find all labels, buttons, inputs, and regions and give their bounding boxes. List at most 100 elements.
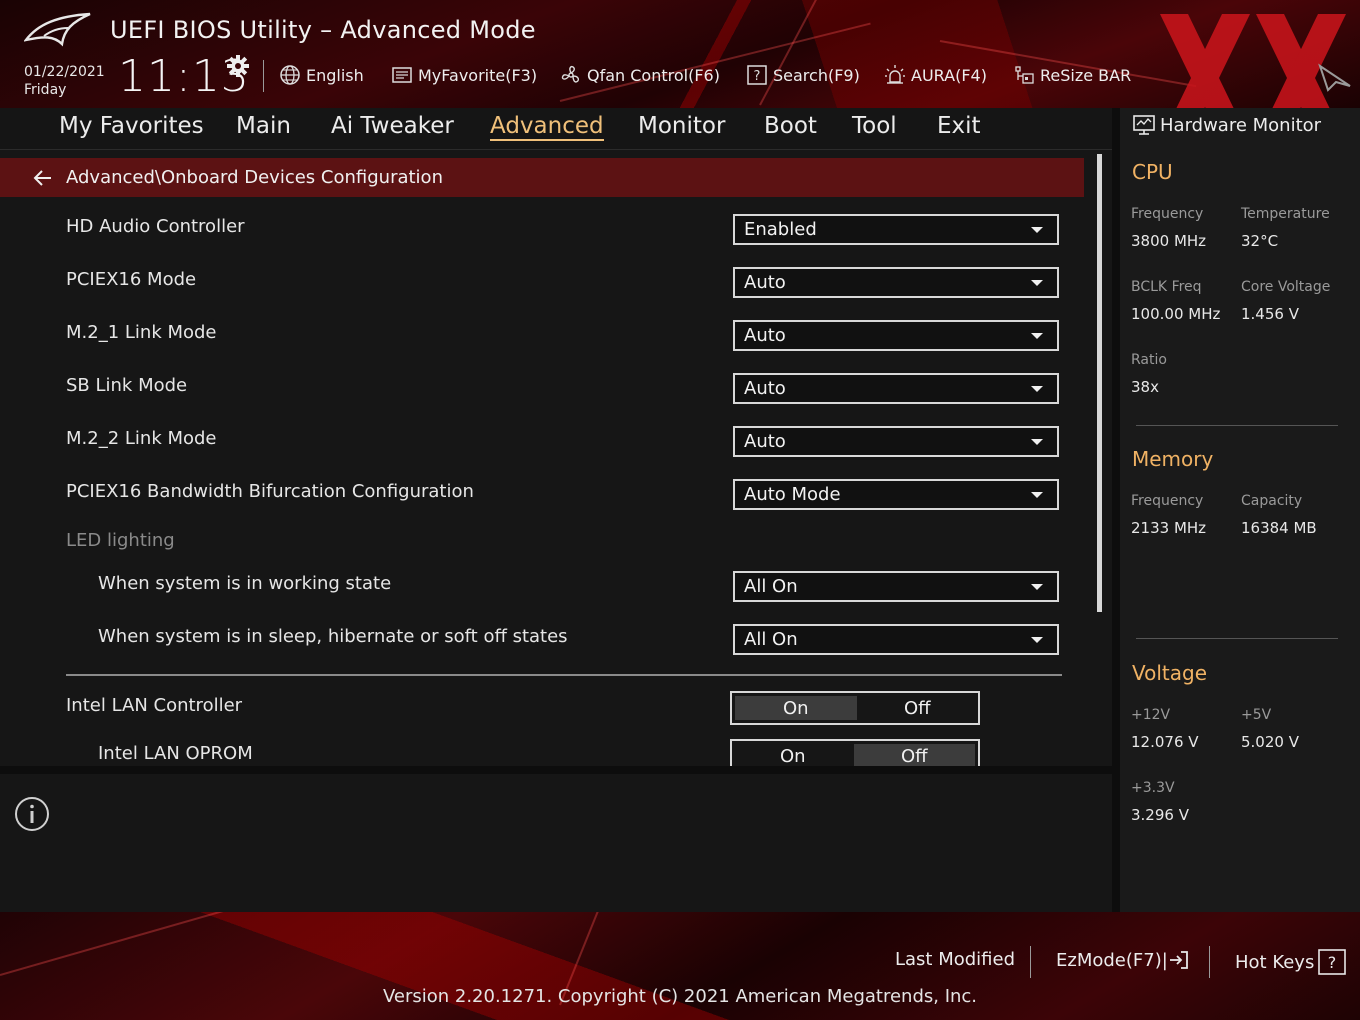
m2-2-link-mode-dropdown[interactable]: Auto: [733, 426, 1059, 457]
v5-value: 5.020 V: [1241, 733, 1299, 751]
last-modified-button[interactable]: Last Modified: [895, 949, 1015, 970]
hardware-monitor-title: Hardware Monitor: [1132, 114, 1321, 136]
cpu-frequency-value: 3800 MHz: [1131, 232, 1207, 250]
pciex16-mode-dropdown[interactable]: Auto: [733, 267, 1059, 298]
date-display: 01/22/2021 Friday: [24, 63, 105, 99]
sb-link-mode-value: Auto: [744, 378, 786, 399]
header-separator: [263, 60, 264, 92]
footer-bar: Last Modified EzMode(F7)| Hot Keys ? Ver…: [0, 912, 1360, 1020]
m2-1-link-mode-label: M.2_1 Link Mode: [66, 322, 217, 343]
settings-panel: Advanced\Onboard Devices Configuration H…: [0, 150, 1112, 766]
sb-link-mode-dropdown[interactable]: Auto: [733, 373, 1059, 404]
tab-boot[interactable]: Boot: [764, 113, 817, 139]
m2-1-link-mode-dropdown[interactable]: Auto: [733, 320, 1059, 351]
led-lighting-heading: LED lighting: [66, 530, 175, 551]
chevron-down-icon: [1031, 227, 1043, 233]
question-box-icon: ?: [1318, 949, 1347, 975]
myfavorite-button[interactable]: MyFavorite(F3): [391, 63, 537, 87]
intel-lan-oprom-off-option[interactable]: Off: [853, 744, 975, 766]
myfavorite-label: MyFavorite(F3): [418, 65, 538, 85]
resize-bar-label: ReSize BAR: [1040, 65, 1132, 85]
chevron-down-icon: [1031, 386, 1043, 392]
rog-logo-icon: [24, 12, 91, 47]
chevron-down-icon: [1031, 584, 1043, 590]
day-text: Friday: [24, 82, 67, 98]
aura-button[interactable]: AURA(F4): [884, 63, 987, 87]
bclk-freq-label: BCLK Freq: [1131, 279, 1202, 295]
led-working-state-label: When system is in working state: [98, 573, 392, 594]
tab-main[interactable]: Main: [236, 113, 291, 139]
tab-my-favorites[interactable]: My Favorites: [59, 113, 204, 139]
memory-frequency-label: Frequency: [1131, 493, 1204, 509]
tab-exit[interactable]: Exit: [937, 113, 981, 139]
hwm-divider: [1136, 425, 1338, 426]
hardware-monitor-panel: Hardware Monitor CPU Frequency Temperatu…: [1120, 108, 1360, 912]
voltage-heading: Voltage: [1132, 661, 1208, 685]
intel-lan-oprom-toggle[interactable]: On Off: [730, 739, 980, 766]
gear-icon[interactable]: [226, 54, 250, 78]
settings-scrollbar[interactable]: [1097, 154, 1102, 612]
decor-streak: [759, 0, 855, 106]
core-voltage-label: Core Voltage: [1241, 279, 1331, 295]
qfan-control-button[interactable]: Qfan Control(F6): [560, 63, 720, 87]
hot-keys-label: Hot Keys: [1235, 951, 1315, 973]
ezmode-button[interactable]: EzMode(F7)|: [1056, 949, 1190, 971]
breadcrumb[interactable]: Advanced\Onboard Devices Configuration: [0, 158, 1084, 197]
ratio-label: Ratio: [1131, 352, 1167, 368]
bclk-freq-value: 100.00 MHz: [1131, 305, 1221, 323]
cpu-heading: CPU: [1132, 160, 1173, 184]
tab-advanced[interactable]: Advanced: [490, 113, 604, 141]
v33-value: 3.296 V: [1131, 806, 1189, 824]
memory-capacity-label: Capacity: [1241, 493, 1303, 509]
bifurcation-dropdown[interactable]: Auto Mode: [733, 479, 1059, 510]
footer-separator: [1209, 946, 1210, 978]
language-label: English: [306, 65, 364, 85]
resize-bar-button[interactable]: ReSize BAR: [1013, 63, 1131, 87]
v5-label: +5V: [1241, 707, 1272, 723]
svg-text:?: ?: [1328, 953, 1337, 972]
intel-lan-on-option[interactable]: On: [735, 696, 857, 720]
resize-bar-icon: [1015, 66, 1034, 84]
globe-icon: [280, 65, 300, 85]
hot-keys-button[interactable]: Hot Keys ?: [1235, 949, 1347, 975]
pciex16-mode-value: Auto: [744, 272, 786, 293]
bifurcation-label: PCIEX16 Bandwidth Bifurcation Configurat…: [66, 481, 474, 502]
led-sleep-state-value: All On: [744, 629, 798, 650]
tab-ai-tweaker[interactable]: Ai Tweaker: [331, 113, 454, 139]
search-button[interactable]: ? Search(F9): [746, 63, 860, 87]
exit-arrow-icon: [1169, 951, 1188, 969]
tab-tool[interactable]: Tool: [852, 113, 897, 139]
m2-1-link-mode-value: Auto: [744, 325, 786, 346]
ezmode-label: EzMode(F7)|: [1056, 949, 1168, 971]
led-working-state-value: All On: [744, 576, 798, 597]
decor-streak: [0, 912, 289, 976]
led-sleep-state-dropdown[interactable]: All On: [733, 624, 1059, 655]
intel-lan-oprom-on-option[interactable]: On: [732, 741, 854, 767]
section-divider: [66, 674, 1062, 676]
v12-value: 12.076 V: [1131, 733, 1199, 751]
hd-audio-value: Enabled: [744, 219, 817, 240]
header-bar: UEFI BIOS Utility – Advanced Mode 01/22/…: [0, 0, 1360, 108]
fan-icon: [561, 65, 580, 83]
intel-lan-oprom-label: Intel LAN OPROM: [98, 743, 253, 764]
chevron-down-icon: [1031, 333, 1043, 339]
core-voltage-value: 1.456 V: [1241, 305, 1299, 323]
monitor-screen-icon: [1133, 115, 1155, 135]
chevron-down-icon: [1031, 637, 1043, 643]
ratio-value: 38x: [1131, 378, 1159, 396]
chevron-down-icon: [1031, 492, 1043, 498]
hd-audio-label: HD Audio Controller: [66, 216, 245, 237]
tab-monitor[interactable]: Monitor: [638, 113, 725, 139]
footer-separator: [1030, 946, 1031, 978]
hardware-monitor-label: Hardware Monitor: [1160, 114, 1322, 136]
chevron-down-icon: [1031, 439, 1043, 445]
intel-lan-label: Intel LAN Controller: [66, 695, 243, 716]
hwm-divider: [1136, 638, 1338, 639]
led-working-state-dropdown[interactable]: All On: [733, 571, 1059, 602]
intel-lan-toggle[interactable]: On Off: [730, 691, 980, 725]
back-arrow-icon[interactable]: [32, 167, 54, 189]
mouse-cursor-icon: [1318, 63, 1351, 92]
language-button[interactable]: English: [279, 63, 364, 87]
intel-lan-off-option[interactable]: Off: [857, 693, 979, 723]
hd-audio-dropdown[interactable]: Enabled: [733, 214, 1059, 245]
